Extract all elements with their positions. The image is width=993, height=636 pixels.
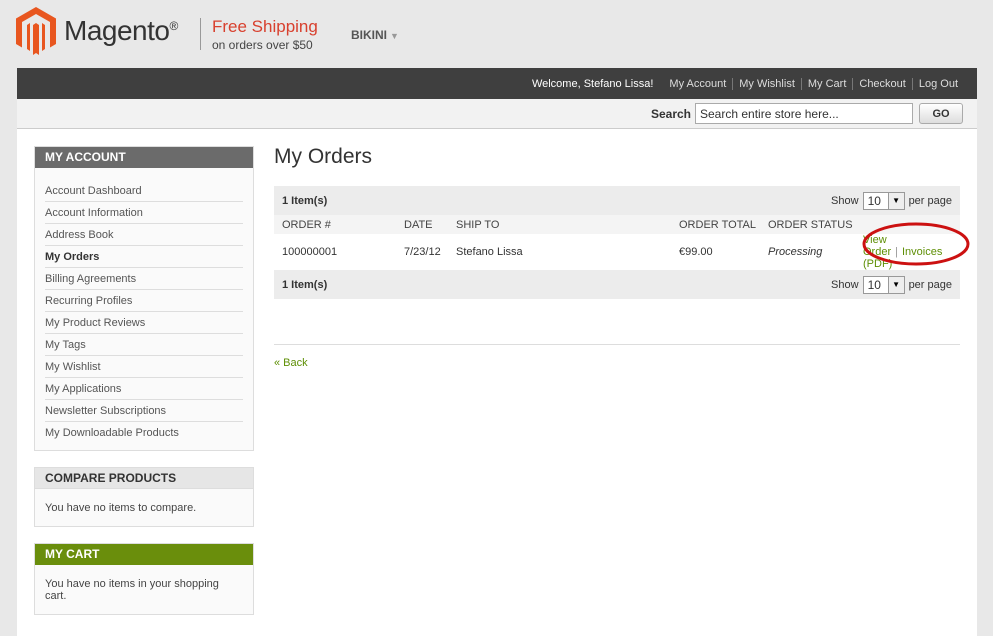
sidebar-item-my-product-reviews[interactable]: My Product Reviews xyxy=(45,312,243,334)
compare-empty-text: You have no items to compare. xyxy=(45,502,197,514)
chevron-down-icon: ▼ xyxy=(887,192,904,209)
magento-logo-icon xyxy=(16,7,56,55)
top-links-bar: Welcome, Stefano Lissa! My Account My Wi… xyxy=(17,68,977,99)
link-my-cart[interactable]: My Cart xyxy=(800,77,853,90)
order-date: 7/23/12 xyxy=(404,246,441,258)
order-actions: View Order | Invoices (PDF) xyxy=(855,234,960,270)
my-cart-title: MY CART xyxy=(35,544,253,565)
per-page-label: per page xyxy=(908,194,952,207)
sidebar-item-my-wishlist[interactable]: My Wishlist xyxy=(45,356,243,378)
sidebar-item-account-dashboard[interactable]: Account Dashboard xyxy=(45,180,243,202)
col-order-number: ORDER # xyxy=(282,218,331,231)
item-count: 1 Item(s) xyxy=(282,194,328,207)
sidebar: MY ACCOUNT Account Dashboard Account Inf… xyxy=(34,146,254,631)
search-go-button[interactable]: GO xyxy=(919,103,963,124)
col-ship-to: SHIP TO xyxy=(456,218,500,231)
table-header-row: ORDER # DATE SHIP TO ORDER TOTAL ORDER S… xyxy=(274,215,960,234)
welcome-message: Welcome, Stefano Lissa! xyxy=(531,77,654,90)
per-page-value: 10 xyxy=(867,277,881,292)
link-checkout[interactable]: Checkout xyxy=(852,77,911,90)
show-label: Show xyxy=(831,278,859,291)
per-page-label: per page xyxy=(908,278,952,291)
chevron-down-icon: ▼ xyxy=(887,276,904,293)
compare-products-title: COMPARE PRODUCTS xyxy=(35,468,253,489)
my-account-title: MY ACCOUNT xyxy=(35,147,253,168)
my-cart-block: MY CART You have no items in your shoppi… xyxy=(34,543,254,615)
page-wrapper: Welcome, Stefano Lissa! My Account My Wi… xyxy=(17,68,977,636)
link-my-account[interactable]: My Account xyxy=(663,78,732,90)
ship-to: Stefano Lissa xyxy=(456,246,523,258)
pager-top: 1 Item(s) Show 10 ▼ per page xyxy=(274,186,960,215)
orders-table: ORDER # DATE SHIP TO ORDER TOTAL ORDER S… xyxy=(274,215,960,270)
my-account-block: MY ACCOUNT Account Dashboard Account Inf… xyxy=(34,146,254,451)
sidebar-item-my-tags[interactable]: My Tags xyxy=(45,334,243,356)
action-separator: | xyxy=(895,246,898,258)
per-page-select[interactable]: 10 ▼ xyxy=(862,275,905,294)
search-input[interactable] xyxy=(695,103,913,124)
main-content: My Orders 1 Item(s) Show 10 ▼ per page O… xyxy=(274,145,960,369)
sidebar-item-my-applications[interactable]: My Applications xyxy=(45,378,243,400)
order-number: 100000001 xyxy=(282,246,338,258)
col-order-total: ORDER TOTAL xyxy=(679,218,757,231)
divider xyxy=(274,344,960,345)
col-order-status: ORDER STATUS xyxy=(768,218,853,231)
back-link[interactable]: « Back xyxy=(274,357,960,369)
pager-bottom: 1 Item(s) Show 10 ▼ per page xyxy=(274,270,960,299)
link-log-out[interactable]: Log Out xyxy=(911,77,964,90)
show-label: Show xyxy=(831,194,859,207)
link-my-wishlist[interactable]: My Wishlist xyxy=(732,77,801,90)
order-total: €99.00 xyxy=(679,246,713,258)
site-header: Magento® Free Shipping on orders over $5… xyxy=(0,0,993,68)
col-date: DATE xyxy=(404,218,433,231)
compare-products-block: COMPARE PRODUCTS You have no items to co… xyxy=(34,467,254,527)
sidebar-item-my-downloadable-products[interactable]: My Downloadable Products xyxy=(45,422,243,444)
account-nav: Account Dashboard Account Information Ad… xyxy=(35,168,253,450)
item-count: 1 Item(s) xyxy=(282,278,328,291)
view-order-link[interactable]: View Order xyxy=(863,234,891,258)
limiter: Show 10 ▼ per page xyxy=(831,191,952,210)
cart-empty-text: You have no items in your shopping cart. xyxy=(45,578,219,602)
sidebar-item-my-orders: My Orders xyxy=(45,246,243,268)
per-page-value: 10 xyxy=(867,193,881,208)
limiter: Show 10 ▼ per page xyxy=(831,275,952,294)
store-switcher[interactable]: BIKINI ▼ xyxy=(351,28,399,42)
free-shipping-promo: Free Shipping on orders over $50 xyxy=(200,17,318,52)
search-bar: Search GO xyxy=(17,99,977,129)
sidebar-item-account-information[interactable]: Account Information xyxy=(45,202,243,224)
per-page-select[interactable]: 10 ▼ xyxy=(862,191,905,210)
page-title: My Orders xyxy=(274,145,373,168)
sidebar-item-newsletter-subscriptions[interactable]: Newsletter Subscriptions xyxy=(45,400,243,422)
search-label: Search xyxy=(650,106,691,121)
promo-title: Free Shipping xyxy=(212,17,318,36)
sidebar-item-address-book[interactable]: Address Book xyxy=(45,224,243,246)
col-actions xyxy=(855,215,960,234)
brand-name: Magento® xyxy=(64,15,178,46)
magento-logo[interactable]: Magento® xyxy=(16,7,178,55)
promo-subtitle: on orders over $50 xyxy=(212,38,313,52)
order-status: Processing xyxy=(768,246,823,258)
sidebar-item-billing-agreements[interactable]: Billing Agreements xyxy=(45,268,243,290)
table-row: 100000001 7/23/12 Stefano Lissa €99.00 P… xyxy=(274,234,960,270)
chevron-down-icon: ▼ xyxy=(390,31,399,41)
sidebar-item-recurring-profiles[interactable]: Recurring Profiles xyxy=(45,290,243,312)
